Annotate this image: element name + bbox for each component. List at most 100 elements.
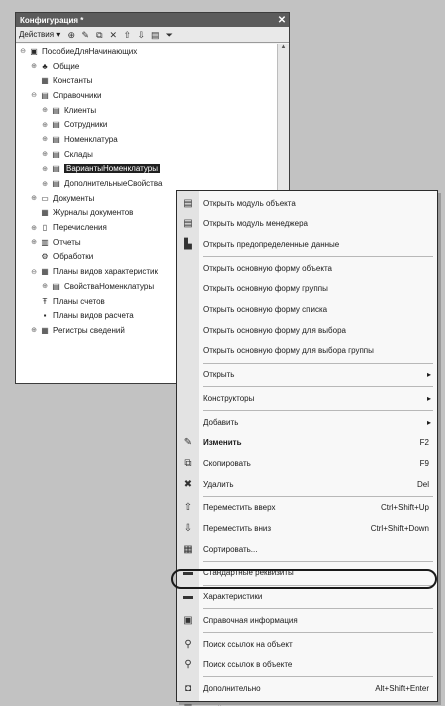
tree-expander-icon[interactable]: ⊕ <box>41 121 49 129</box>
menu-separator <box>203 256 433 258</box>
menu-separator <box>203 495 433 497</box>
menu-item[interactable]: ⧉ Скопировать F9 <box>177 453 437 473</box>
tree-item[interactable]: ⊕ ▤ Клиенты <box>16 103 277 118</box>
tree-item-label: СвойстваНоменклатуры <box>64 281 155 291</box>
tree-expander-icon[interactable]: ⊕ <box>41 180 49 188</box>
menu-item-label: Скопировать <box>203 458 251 468</box>
tree-expander-icon[interactable]: ⊕ <box>41 135 49 143</box>
filter-icon[interactable]: ⏷ <box>164 30 174 40</box>
menu-item-label: Переместить вверх <box>203 503 276 513</box>
menu-item[interactable]: Открыть основную форму для выбора <box>177 320 437 340</box>
tree-item[interactable]: ⊕ ▤ ВариантыНоменклатуры <box>16 162 277 177</box>
menu-item-label: Переместить вниз <box>203 524 272 533</box>
object-module-icon: ▤ <box>183 197 193 209</box>
tree-expander-icon[interactable]: ⊕ <box>41 165 49 173</box>
delete-icon[interactable]: ✕ <box>108 30 118 40</box>
menu-item[interactable]: Добавить ▸ <box>177 412 437 432</box>
tree-item[interactable]: ⊕ ♣ Общие <box>16 59 277 74</box>
tree-item-icon: ▤ <box>52 179 60 189</box>
tree-item[interactable]: ⊖ ▤ Справочники <box>16 88 277 103</box>
menu-item-label: Открыть основную форму группы <box>203 284 328 294</box>
menu-separator <box>203 410 433 411</box>
menu-item[interactable]: Открыть основную форму объекта <box>177 258 437 278</box>
tree-item-icon: ▤ <box>41 90 49 100</box>
menu-item[interactable]: ▣ Справочная информация <box>177 610 437 630</box>
menu-item[interactable]: ⇧ Переместить вверх Ctrl+Shift+Up <box>177 498 437 518</box>
help-info-icon: ▣ <box>183 614 193 626</box>
find-refs-to-icon: ⚲ <box>184 638 192 650</box>
menu-item[interactable]: Открыть основную форму для выбора группы <box>177 341 437 361</box>
tree-item[interactable]: ⊕ ▤ Сотрудники <box>16 117 277 132</box>
tree-expander-icon[interactable]: ⊕ <box>30 224 38 232</box>
tree-item[interactable]: ⊕ ▤ ДополнительныеСвойства <box>16 176 277 191</box>
tree-expander-icon[interactable]: ⊕ <box>30 238 38 246</box>
menu-item[interactable]: ◘ Дополнительно Alt+Shift+Enter <box>177 678 437 698</box>
menu-separator <box>203 386 433 388</box>
tree-expander-icon[interactable]: ⊕ <box>30 326 38 334</box>
menu-item[interactable]: ⚲ Поиск ссылок в объекте <box>177 655 437 675</box>
menu-item[interactable]: ✎ Изменить F2 <box>177 433 437 453</box>
menu-item-label: Поиск ссылок на объект <box>203 639 293 649</box>
add-icon[interactable]: ⊕ <box>66 30 76 40</box>
tree-item-label: ПособиеДляНачинающих <box>42 46 138 56</box>
menu-item-label: Изменить <box>203 438 242 448</box>
menu-item-shortcut: F9 <box>419 458 429 468</box>
menu-item-label: Открыть модуль менеджера <box>203 219 308 229</box>
tree-expander-icon[interactable]: ⊕ <box>41 150 49 158</box>
tree-item-label: Справочники <box>53 90 102 100</box>
menu-item[interactable]: ▦ Сортировать... <box>177 539 437 559</box>
menu-separator <box>203 608 433 610</box>
menu-item[interactable]: ▬ Характеристики <box>177 587 437 607</box>
menu-item-label: Справочная информация <box>203 615 298 625</box>
menu-item[interactable]: Открыть ▸ <box>177 365 437 385</box>
tree-item[interactable]: ▦ Константы <box>16 73 277 88</box>
menu-item[interactable]: ⇩ Переместить вниз Ctrl+Shift+Down <box>177 519 437 539</box>
menu-item[interactable]: Конструкторы ▸ <box>177 388 437 408</box>
tree-item[interactable]: ⊕ ▤ Номенклатура <box>16 132 277 147</box>
menu-item[interactable]: Открыть основную форму группы <box>177 279 437 299</box>
menu-item[interactable]: ✖ Удалить Del <box>177 474 437 494</box>
find-refs-in-icon: ⚲ <box>184 659 192 671</box>
tree-item-label: ДополнительныеСвойства <box>64 179 163 189</box>
tree-expander-icon[interactable]: ⊖ <box>30 268 38 276</box>
tree-expander-icon[interactable]: ⊕ <box>41 106 49 114</box>
move-up-icon[interactable]: ⇧ <box>122 30 132 40</box>
menu-item[interactable]: ☰СвойстваAlt+Enter <box>177 699 437 706</box>
menu-item[interactable]: ⚲ Поиск ссылок на объект <box>177 634 437 654</box>
scroll-up-icon[interactable]: ▲ <box>278 44 289 54</box>
tree-item-label: Склады <box>64 149 93 159</box>
tree-item-icon: ▦ <box>41 208 49 218</box>
close-icon[interactable]: ✕ <box>275 15 289 26</box>
menu-item-label: Открыть предопределенные данные <box>203 239 340 249</box>
tree-expander-icon[interactable]: ⊕ <box>30 62 38 70</box>
properties-icon[interactable]: ▤ <box>150 30 160 40</box>
tree-item-icon: ▤ <box>52 120 60 130</box>
move-up-icon: ⇧ <box>183 502 193 514</box>
menu-item[interactable]: ▤ Открыть модуль объекта <box>177 193 437 213</box>
menu-item-shortcut: Ctrl+Shift+Down <box>370 524 429 533</box>
copy-icon[interactable]: ⧉ <box>94 30 104 40</box>
tree-item-icon: ⚙ <box>41 252 49 262</box>
delete-icon: ✖ <box>183 478 193 490</box>
tree-expander-icon[interactable]: ⊖ <box>19 47 27 55</box>
tree-item[interactable]: ⊕ ▤ Склады <box>16 147 277 162</box>
edit-icon[interactable]: ✎ <box>80 30 90 40</box>
menu-item-label: Конструкторы <box>203 393 255 403</box>
menu-item[interactable]: ▙ Открыть предопределенные данные <box>177 234 437 254</box>
tree-expander-icon[interactable]: ⊕ <box>41 282 49 290</box>
menu-item-label: Поиск ссылок в объекте <box>203 660 293 670</box>
menu-item-label: Дополнительно <box>203 683 261 693</box>
edit-icon: ✎ <box>183 437 193 449</box>
tree-item[interactable]: ⊖ ▣ ПособиеДляНачинающих <box>16 44 277 59</box>
sort-icon: ▦ <box>183 543 193 555</box>
tree-expander-icon[interactable]: ⊖ <box>30 91 38 99</box>
actions-menu-button[interactable]: Действия ▾ <box>19 30 62 39</box>
tree-item-label: Перечисления <box>53 223 107 233</box>
tree-expander-icon[interactable]: ⊕ <box>30 194 38 202</box>
tree-item-icon: Ŧ <box>42 296 48 306</box>
tree-item-icon: ▯ <box>42 223 48 233</box>
menu-item-label: Открыть основную форму для выбора группы <box>203 346 374 356</box>
move-down-icon[interactable]: ⇩ <box>136 30 146 40</box>
menu-item[interactable]: ▤ Открыть модуль менеджера <box>177 214 437 234</box>
menu-item[interactable]: Открыть основную форму списка <box>177 300 437 320</box>
